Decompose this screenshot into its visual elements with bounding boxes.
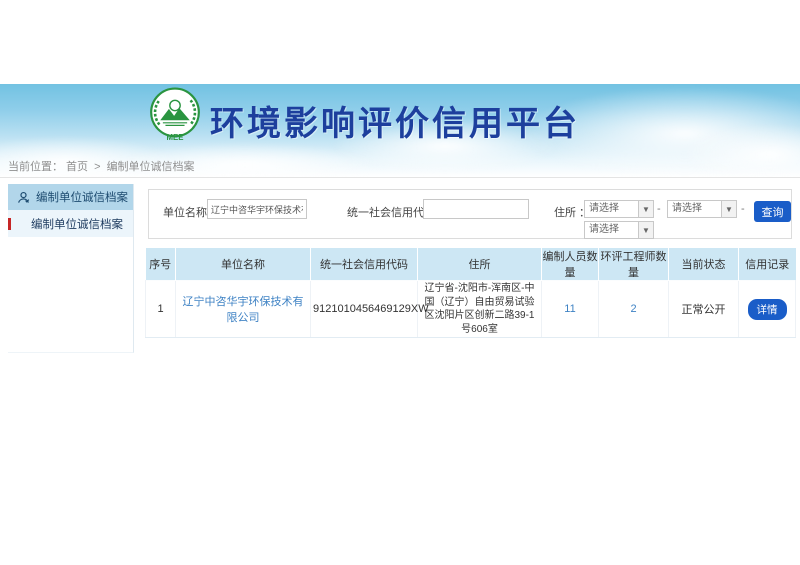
column-header-credit-code: 统一社会信用代码 xyxy=(311,248,418,281)
staff-count-link[interactable]: 11 xyxy=(564,303,575,315)
engineer-count-link[interactable]: 2 xyxy=(630,303,636,315)
mee-logo-text: MEE xyxy=(167,133,184,142)
column-header-index: 序号 xyxy=(146,248,176,281)
search-form: 单位名称 ： 统一社会信用代码 ： 住所 ： 请选择 ▼ - 请选择 ▼ - 请… xyxy=(148,189,792,239)
address-district-value: 请选择 xyxy=(585,222,638,238)
column-header-engineer-count: 环评工程师数量 xyxy=(599,248,669,281)
unit-name-input[interactable] xyxy=(207,199,307,219)
breadcrumb-home-link[interactable]: 首页 xyxy=(66,161,88,173)
address-province-value: 请选择 xyxy=(585,201,638,217)
column-header-credit-record: 信用记录 xyxy=(739,248,796,281)
row-credit-code: 9121010456469129XW xyxy=(311,281,418,338)
column-header-address: 住所 xyxy=(418,248,542,281)
row-index: 1 xyxy=(146,281,176,338)
breadcrumb-prefix: 当前位置： xyxy=(8,161,63,173)
address-province-select[interactable]: 请选择 ▼ xyxy=(584,200,654,218)
credit-code-input[interactable] xyxy=(423,199,529,219)
sidebar-item-credit-archive[interactable]: 编制单位诚信档案 xyxy=(8,210,133,237)
mee-logo-icon: MEE xyxy=(149,86,201,144)
address-separator: - xyxy=(657,203,661,215)
page: MEE 环境影响评价信用平台 当前位置：首页 > 编制单位诚信档案 编制单位诚信… xyxy=(0,0,800,565)
address-separator: - xyxy=(741,203,745,215)
query-button[interactable]: 查询 xyxy=(754,201,791,222)
column-header-staff-count: 编制人员数量 xyxy=(542,248,599,281)
sidebar: 编制单位诚信档案 编制单位诚信档案 xyxy=(8,184,134,353)
active-item-indicator xyxy=(8,218,11,230)
site-title: 环境影响评价信用平台 xyxy=(210,96,580,145)
sidebar-item-label: 编制单位诚信档案 xyxy=(31,216,123,232)
chevron-down-icon: ▼ xyxy=(721,201,736,217)
breadcrumb-current: 编制单位诚信档案 xyxy=(107,161,195,173)
sidebar-header-label: 编制单位诚信档案 xyxy=(36,189,128,205)
column-header-status: 当前状态 xyxy=(669,248,739,281)
address-city-value: 请选择 xyxy=(668,201,721,217)
row-address: 辽宁省-沈阳市-浑南区-中国（辽宁）自由贸易试验区沈阳片区创新二路39-1号60… xyxy=(418,281,542,338)
column-header-unit-name: 单位名称 xyxy=(176,248,311,281)
table-row: 1 辽宁中咨华宇环保技术有限公司 9121010456469129XW 辽宁省-… xyxy=(146,281,796,338)
breadcrumb: 当前位置：首页 > 编制单位诚信档案 xyxy=(8,158,198,174)
address-district-select[interactable]: 请选择 ▼ xyxy=(584,221,654,239)
sidebar-header: 编制单位诚信档案 xyxy=(8,184,133,210)
user-icon xyxy=(17,191,30,204)
table-header-row: 序号 单位名称 统一社会信用代码 住所 编制人员数量 环评工程师数量 当前状态 … xyxy=(146,248,796,281)
breadcrumb-separator: > xyxy=(94,161,100,173)
company-name-link[interactable]: 辽宁中咨华宇环保技术有限公司 xyxy=(183,296,304,324)
detail-button[interactable]: 详情 xyxy=(748,299,787,320)
chevron-down-icon: ▼ xyxy=(638,222,653,238)
cloud-decoration xyxy=(680,124,800,178)
chevron-down-icon: ▼ xyxy=(638,201,653,217)
row-status: 正常公开 xyxy=(669,281,739,338)
results-table: 序号 单位名称 统一社会信用代码 住所 编制人员数量 环评工程师数量 当前状态 … xyxy=(145,248,796,338)
address-city-select[interactable]: 请选择 ▼ xyxy=(667,200,737,218)
